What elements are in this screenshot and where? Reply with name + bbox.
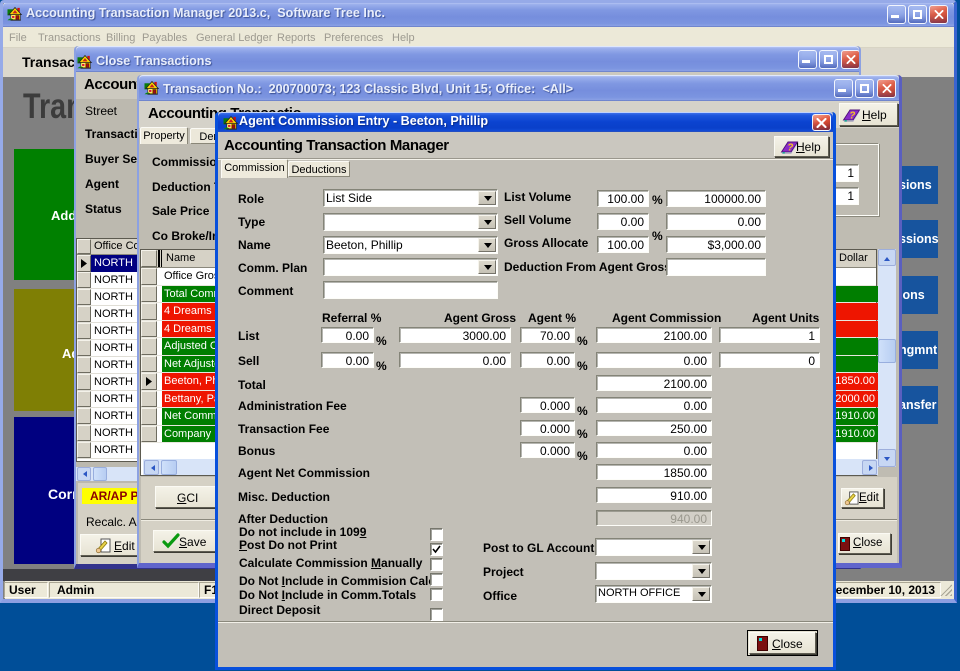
svg-text:?: ? [849,110,855,121]
svg-text:?: ? [787,142,793,153]
